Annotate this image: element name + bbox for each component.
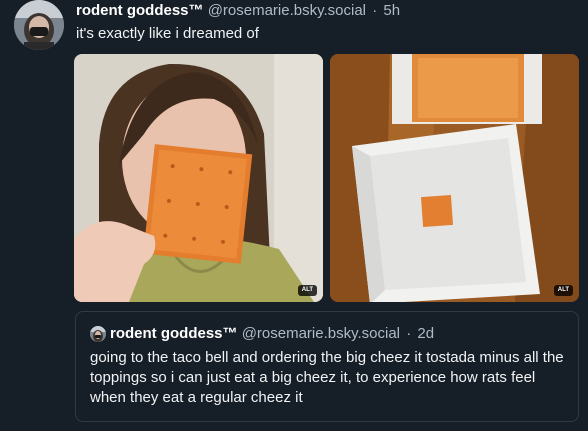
quoted-author-avatar[interactable] <box>90 326 106 342</box>
quoted-post[interactable]: rodent goddess™ @rosemarie.bsky.social ·… <box>75 311 579 422</box>
post-image-1[interactable]: ALT <box>74 54 323 302</box>
post-image-2[interactable]: ALT <box>330 54 579 302</box>
selfie-with-cracker-photo <box>74 54 323 302</box>
quoted-author-name[interactable]: rodent goddess™ <box>110 325 238 342</box>
alt-text-badge[interactable]: ALT <box>553 285 573 296</box>
quoted-post-header: rodent goddess™ @rosemarie.bsky.social ·… <box>110 325 434 343</box>
post-text: it's exactly like i dreamed of <box>76 25 259 42</box>
cracker-in-box-photo <box>330 54 579 302</box>
post-timestamp[interactable]: 5h <box>383 2 400 19</box>
quoted-post-text: going to the taco bell and ordering the … <box>90 349 564 406</box>
quoted-post-timestamp[interactable]: 2d <box>417 325 434 342</box>
post-header: rodent goddess™ @rosemarie.bsky.social ·… <box>76 2 400 20</box>
alt-text-badge[interactable]: ALT <box>297 285 317 296</box>
author-avatar[interactable] <box>14 0 64 50</box>
quoted-author-handle[interactable]: @rosemarie.bsky.social <box>242 325 400 342</box>
post: rodent goddess™ @rosemarie.bsky.social ·… <box>0 0 588 431</box>
avatar-image <box>14 0 64 50</box>
image-gallery: ALT ALT <box>74 54 579 302</box>
author-handle[interactable]: @rosemarie.bsky.social <box>208 2 366 19</box>
author-name[interactable]: rodent goddess™ <box>76 2 204 19</box>
separator-dot: · <box>372 2 378 19</box>
quoted-avatar-image <box>90 326 106 342</box>
separator-dot: · <box>406 325 412 342</box>
